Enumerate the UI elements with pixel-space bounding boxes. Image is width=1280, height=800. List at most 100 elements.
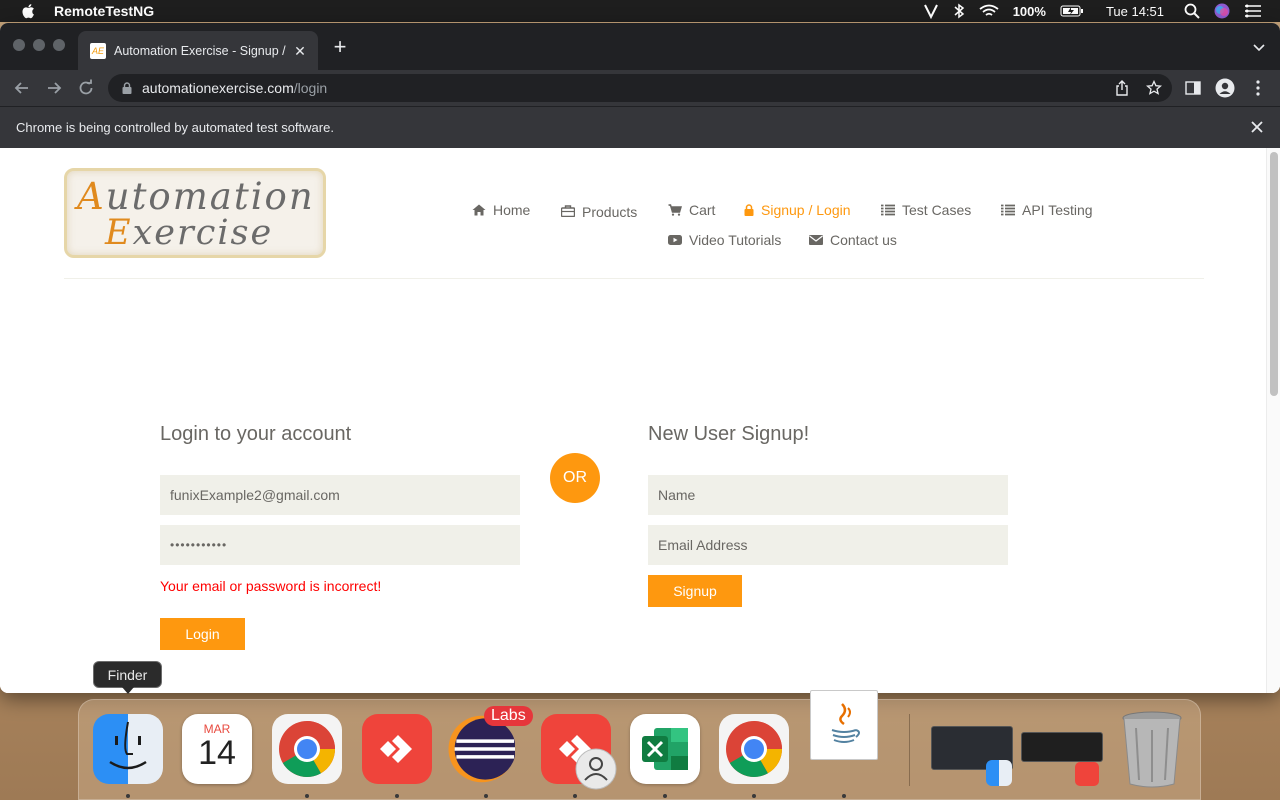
chrome-logo-icon [279,721,335,777]
control-center-icon[interactable] [1244,4,1262,18]
nav-home-label: Home [493,202,531,218]
chrome-running-indicator [305,794,309,798]
nav-test-cases[interactable]: Test Cases [881,202,971,218]
signup-button[interactable]: Signup [648,575,742,607]
nav-api-testing[interactable]: API Testing [1001,202,1093,218]
dock-google-chrome[interactable] [272,714,342,784]
login-email-input[interactable]: funixExample2@gmail.com [160,475,520,515]
dock-java[interactable] [810,690,878,760]
reload-icon[interactable] [76,78,96,98]
nav-api-testing-label: API Testing [1022,202,1093,218]
automation-infobar: Chrome is being controlled by automated … [0,106,1280,148]
siri-icon[interactable] [1214,3,1230,19]
java-cup-icon [831,703,860,743]
tab-search-chevron-icon[interactable] [1252,40,1266,54]
excel-logo-icon [642,728,688,770]
nav-home[interactable]: Home [472,202,530,218]
logo-word-automation: utomation [105,175,315,218]
menubar-clock[interactable]: Tue 14:51 [1106,4,1164,19]
share-icon[interactable] [1108,74,1136,102]
finder-face-icon [109,721,147,770]
header-divider [64,278,1204,279]
login-password-input[interactable]: ••••••••••• [160,525,520,565]
back-arrow-icon[interactable] [12,78,32,98]
login-error-message: Your email or password is incorrect! [160,578,382,594]
new-tab-button[interactable]: + [330,36,350,58]
anydesk-user-running-indicator [573,794,577,798]
nav-products-label: Products [582,204,638,220]
signup-name-input[interactable]: Name [648,475,1008,515]
lock-icon[interactable] [122,82,132,94]
eclipse-labs-badge: Labs [484,706,533,726]
window-zoom-button[interactable] [53,39,65,51]
finder-tooltip: Finder [93,661,162,694]
dock-calendar[interactable]: MAR 14 [182,714,252,784]
lock-icon [744,204,754,216]
signup-email-input[interactable]: Email Address [648,525,1008,565]
chrome-menu-kebab-icon[interactable] [1248,78,1268,98]
tab-strip: AE Automation Exercise - Signup / Login … [0,23,1280,70]
infobar-message: Chrome is being controlled by automated … [16,120,334,135]
vectorworks-v-icon[interactable] [923,3,939,19]
nav-video-tutorials[interactable]: Video Tutorials [668,232,781,248]
battery-charging-icon[interactable] [1060,5,1084,17]
web-page: Automation Exercise Home Products Cart S… [0,148,1280,693]
page-scrollbar-thumb[interactable] [1270,152,1278,396]
url-path: /login [293,80,328,96]
nav-products[interactable]: Products [561,202,637,220]
bluetooth-icon[interactable] [953,3,965,19]
apple-menu-icon[interactable] [20,2,38,20]
anydesk-badge-icon [1075,762,1099,786]
site-favicon-icon: AE [90,42,106,59]
nav-contact-us[interactable]: Contact us [809,232,897,248]
nav-signup-login[interactable]: Signup / Login [744,202,851,218]
list-icon [881,204,895,216]
dock-trash[interactable] [1121,710,1183,788]
logo-word-exercise: xercise [132,213,274,253]
eclipse-running-indicator [484,794,488,798]
nav-cart-label: Cart [689,202,716,218]
forward-arrow-icon[interactable] [44,78,64,98]
site-logo[interactable]: Automation Exercise [64,168,326,258]
chrome-logo-icon [726,721,782,777]
finder-running-indicator [126,794,130,798]
dock-microsoft-excel[interactable] [630,714,700,784]
excel-running-indicator [663,794,667,798]
browser-toolbar: automationexercise.com/login [0,70,1280,106]
finder-badge-icon [986,760,1012,786]
chrome-2-running-indicator [752,794,756,798]
window-minimize-button[interactable] [33,39,45,51]
logo-letter-e: E [105,213,133,253]
macos-menubar: RemoteTestNG 100% Tue 14:51 [0,0,1280,22]
profile-avatar-icon[interactable] [1215,78,1235,98]
tab-automation-exercise[interactable]: AE Automation Exercise - Signup / Login … [78,31,318,70]
wifi-icon[interactable] [979,4,999,18]
dock-separator [909,714,910,786]
nav-signup-login-label: Signup / Login [761,202,851,218]
side-panel-icon[interactable] [1183,78,1203,98]
macos-dock: MAR 14 Labs [78,690,1201,800]
address-bar[interactable]: automationexercise.com/login [108,74,1172,102]
chrome-window: AE Automation Exercise - Signup / Login … [0,23,1280,693]
window-close-button[interactable] [13,39,25,51]
login-button[interactable]: Login [160,618,245,650]
dock-finder[interactable] [93,714,163,784]
tab-title: Automation Exercise - Signup / Login [114,43,286,58]
active-app-name[interactable]: RemoteTestNG [54,3,154,19]
or-divider-badge: OR [550,453,600,503]
infobar-close-icon[interactable] [1250,120,1264,134]
dock-minimized-window-anydesk[interactable] [1021,732,1103,762]
bookmark-star-icon[interactable] [1140,74,1168,102]
tab-close-icon[interactable]: ✕ [292,43,308,59]
dock-google-chrome-2[interactable] [719,714,789,784]
youtube-play-icon [668,235,682,245]
java-running-indicator [842,794,846,798]
nav-cart[interactable]: Cart [668,202,715,218]
calendar-day-label: 14 [198,734,236,772]
spotlight-search-icon[interactable] [1184,3,1200,19]
list-icon [1001,204,1015,216]
user-avatar-icon [575,748,617,790]
dock-anydesk[interactable] [362,714,432,784]
briefcase-icon [561,205,575,217]
trash-can-icon [1122,711,1182,788]
